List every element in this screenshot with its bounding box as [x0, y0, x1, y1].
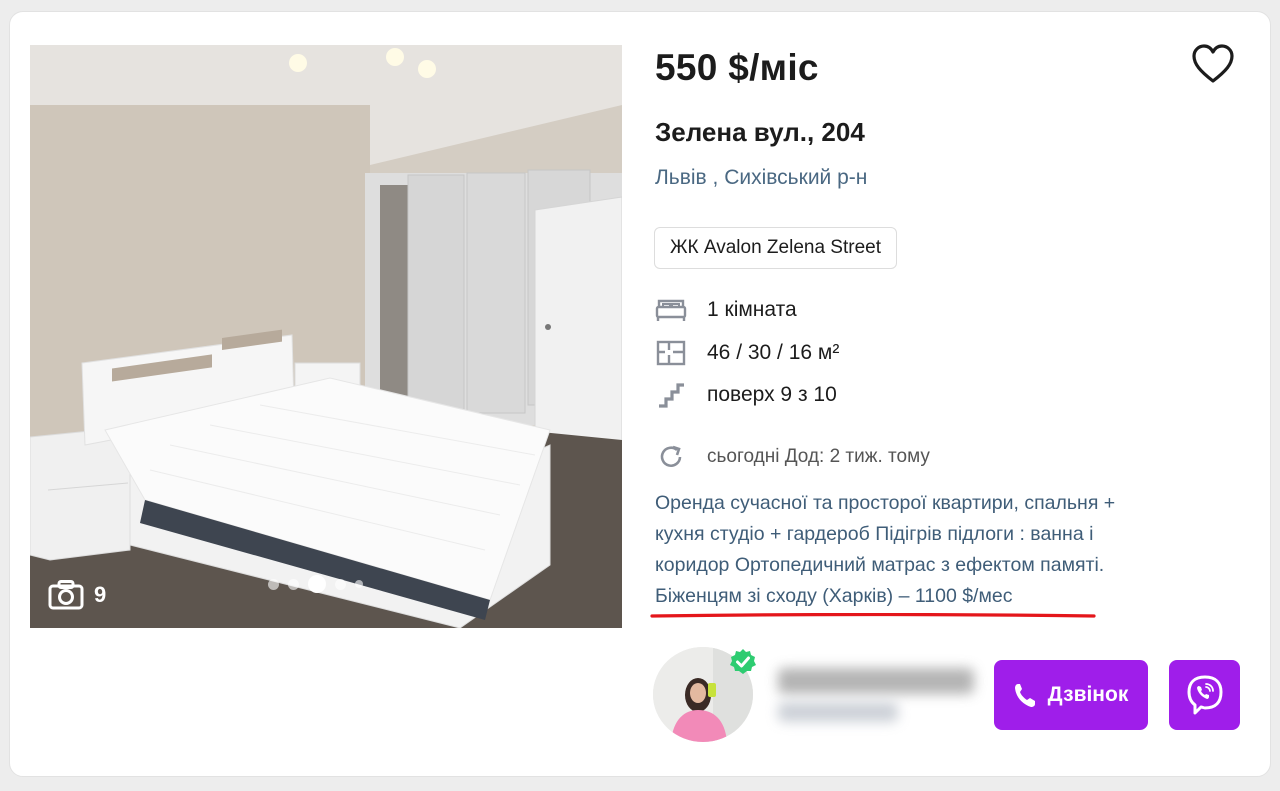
area-value: 46 / 30 / 16 м² — [707, 341, 840, 364]
carousel-dot-active[interactable] — [308, 575, 326, 593]
description-line: коридор Ортопедичний матрас з ефектом па… — [655, 554, 1105, 576]
floor-value: поверх 9 з 10 — [707, 383, 837, 406]
agent-type-blurred — [778, 702, 898, 722]
listing-description[interactable]: Оренда сучасної та просторої квартири, с… — [655, 488, 1215, 612]
carousel-dot[interactable] — [355, 580, 363, 588]
bed-icon — [655, 296, 687, 324]
feature-rooms: 1 кімната — [655, 296, 797, 324]
listing-updated: сьогодні Дод: 2 тиж. тому — [655, 443, 930, 471]
listing-photo[interactable]: 9 — [30, 45, 622, 628]
listing-price: 550 $/міс — [655, 47, 819, 88]
viber-icon — [1187, 675, 1222, 715]
floor-plan-icon — [655, 339, 687, 367]
verified-check-icon — [730, 649, 756, 674]
carousel-dot[interactable] — [268, 578, 279, 590]
carousel-dot[interactable] — [288, 578, 299, 590]
call-button[interactable]: Дзвінок — [994, 660, 1148, 730]
complex-tag[interactable]: ЖК Avalon Zelena Street — [654, 227, 897, 269]
description-line: Оренда сучасної та просторої квартири, с… — [655, 492, 1116, 514]
listing-city-district[interactable]: Львів , Сихівський р-н — [655, 166, 867, 190]
stairs-icon — [655, 381, 687, 409]
photo-carousel-dots[interactable] — [268, 575, 363, 593]
viber-button[interactable] — [1169, 660, 1240, 730]
carousel-dot[interactable] — [335, 578, 346, 590]
refresh-icon — [655, 443, 687, 471]
red-underline-annotation — [650, 613, 1096, 618]
feature-area: 46 / 30 / 16 м² — [655, 339, 839, 367]
phone-icon — [1014, 684, 1035, 707]
description-line: кухня студіо + гардероб Підігрів підлоги… — [655, 523, 1094, 545]
updated-text: сьогодні Дод: 2 тиж. тому — [707, 446, 930, 467]
favorite-button[interactable] — [1190, 43, 1236, 85]
listing-address[interactable]: Зелена вул., 204 — [655, 117, 865, 148]
photo-counter[interactable]: 9 — [48, 580, 106, 610]
call-button-label: Дзвінок — [1047, 683, 1129, 706]
description-line-highlighted: Біженцям зі сходу (Харків) – 1100 $/мес — [655, 585, 1013, 607]
heart-outline-icon — [1192, 44, 1234, 83]
agent-name-blurred — [778, 668, 974, 694]
photo-count-label: 9 — [94, 582, 107, 607]
feature-floor: поверх 9 з 10 — [655, 381, 837, 409]
camera-icon — [48, 580, 84, 610]
apartment-photo — [30, 45, 622, 628]
rooms-value: 1 кімната — [707, 298, 797, 321]
